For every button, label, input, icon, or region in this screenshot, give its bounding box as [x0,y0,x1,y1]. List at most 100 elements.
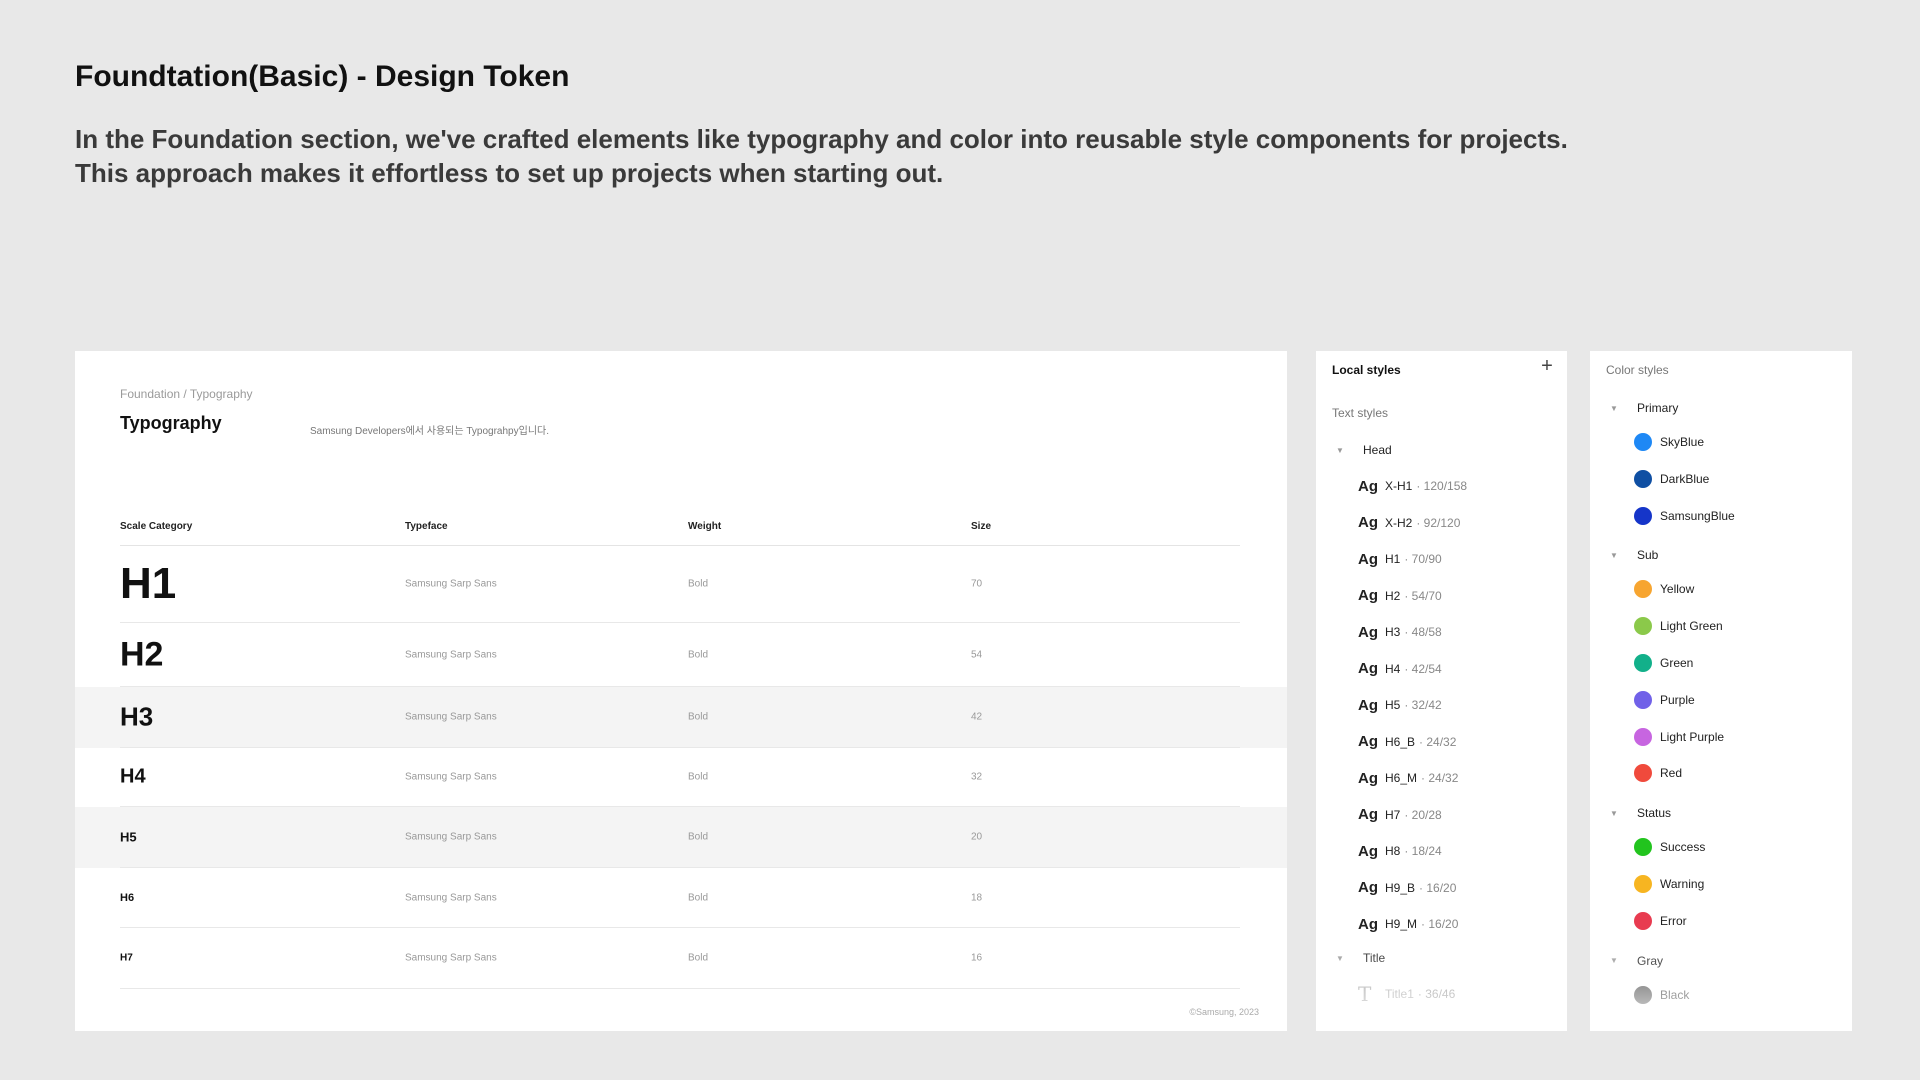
color-name: Purple [1660,692,1695,707]
color-swatch [1634,433,1652,451]
weight-cell: Bold [688,952,709,964]
color-style-item[interactable]: Warning [1634,873,1704,895]
weight-cell: Bold [688,771,709,783]
color-group[interactable]: ▼ Primary [1610,398,1678,418]
text-style-item[interactable]: Ag H9_B · 16/20 [1358,877,1456,899]
column-weight: Weight [688,521,722,532]
color-swatch [1634,764,1652,783]
size-cell: 70 [971,578,983,589]
color-style-item[interactable]: Light Green [1634,615,1723,637]
color-style-item[interactable]: Success [1634,836,1705,858]
scale-label: H7 [120,952,133,964]
text-style-meta: · 32/42 [1404,698,1442,712]
column-scale-category: Scale Category [120,521,193,532]
text-style-meta: · 92/120 [1416,515,1461,530]
text-style-icon: Ag [1358,477,1378,495]
color-name: Success [1660,840,1706,855]
color-swatch [1634,985,1652,1004]
scale-label: H6 [120,891,135,904]
color-style-item[interactable]: Yellow [1634,578,1694,600]
color-style-item[interactable]: DarkBlue [1634,468,1709,490]
text-style-item[interactable]: Ag H1 · 70/90 [1358,548,1442,570]
text-style-icon: Ag [1358,733,1378,750]
group-title[interactable]: ▼ Title [1336,948,1385,968]
color-group-label: Primary [1637,401,1679,415]
local-styles-title: Local styles [1332,363,1401,377]
caret-down-icon: ▼ [1610,550,1618,560]
text-style-item[interactable]: Ag H9_M · 16/20 [1358,913,1458,935]
color-style-item[interactable]: Light Purple [1634,726,1724,748]
color-swatch [1634,690,1652,709]
text-style-item[interactable]: Ag H6_M · 24/32 [1358,767,1458,789]
color-style-item[interactable]: Red [1634,762,1682,784]
text-style-item[interactable]: Ag H7 · 20/28 [1358,804,1442,826]
text-style-item[interactable]: Ag H2 · 54/70 [1358,585,1442,607]
color-group-label: Sub [1637,548,1659,563]
size-cell: 18 [971,892,983,903]
text-style-item[interactable]: Ag X-H2 · 92/120 [1358,512,1460,534]
text-style-icon: Ag [1358,514,1378,531]
plus-icon[interactable]: + [1539,356,1555,376]
text-style-item[interactable]: Ag H6_B · 24/32 [1358,731,1456,753]
color-name: Green [1660,656,1694,670]
weight-cell: Bold [688,649,709,660]
color-swatch [1634,911,1652,930]
text-style-name: H4 [1385,661,1401,676]
text-style-name: Title1 [1385,987,1414,1001]
scale-label: H5 [120,829,137,845]
text-t-icon: T [1358,982,1372,1006]
color-name: Light Green [1660,619,1723,634]
table-row-content: H5 Samsung Sarp Sans Bold 20 [120,807,1240,868]
text-style-name: H6_M [1385,771,1418,785]
text-style-item[interactable]: Ag H4 · 42/54 [1358,658,1442,680]
color-style-item[interactable]: Green [1634,652,1693,674]
table-row-content: H7 Samsung Sarp Sans Bold 16 [120,928,1240,989]
group-label: Head [1363,443,1392,457]
scale-label: H2 [120,635,164,673]
text-style-item[interactable]: Ag H5 · 32/42 [1358,694,1442,716]
text-style-meta: · 70/90 [1404,552,1442,566]
color-style-item[interactable]: SkyBlue [1634,431,1704,453]
breadcrumb[interactable]: Foundation / Typography [120,387,253,401]
text-style-icon: Ag [1358,879,1378,896]
group-label: Title [1363,951,1386,965]
table-row-content: H6 Samsung Sarp Sans Bold 18 [120,868,1240,928]
copyright-note: ©Samsung, 2023 [1189,1007,1259,1017]
scale-label: H3 [120,701,154,732]
color-style-item[interactable]: Black [1634,984,1689,1006]
color-style-item[interactable]: Error [1634,910,1687,932]
weight-cell: Bold [688,892,709,903]
text-style-name: H9_B [1385,880,1416,895]
color-style-item[interactable]: Purple [1634,689,1695,711]
text-style-meta: · 20/28 [1404,807,1442,822]
caret-down-icon: ▼ [1610,403,1618,413]
color-group[interactable]: ▼ Status [1610,803,1671,823]
color-swatch [1634,875,1652,893]
text-style-meta: · 54/70 [1404,588,1442,603]
text-style-item[interactable]: Ag H8 · 18/24 [1358,840,1442,862]
color-group-label: Gray [1637,953,1664,968]
text-style-name: H8 [1385,844,1401,858]
color-style-item[interactable]: SamsungBlue [1634,505,1735,527]
typeface-cell: Samsung Sarp Sans [405,711,497,723]
typeface-cell: Samsung Sarp Sans [405,649,497,660]
local-styles-panel: Local styles + Text styles ▼ Head Ag X-H1… [1316,351,1567,1031]
text-style-meta: · 16/20 [1421,917,1459,931]
table-header: Scale Category Typeface Weight Size [120,521,1240,546]
color-group[interactable]: ▼ Sub [1610,545,1658,565]
group-head[interactable]: ▼ Head [1336,440,1392,460]
text-style-item[interactable]: Ag X-H1 · 120/158 [1358,475,1467,497]
color-name: DarkBlue [1660,471,1710,486]
color-group-label: Status [1637,806,1672,821]
text-style-name: H9_M [1385,917,1418,931]
title-style-item[interactable]: T Title1 · 36/46 [1358,982,1455,1006]
color-group[interactable]: ▼ Gray [1610,951,1663,971]
color-swatch [1634,506,1652,525]
table-row-content: H2 Samsung Sarp Sans Bold 54 [120,623,1240,687]
column-typeface: Typeface [405,521,448,532]
text-style-item[interactable]: Ag H3 · 48/58 [1358,621,1442,643]
text-style-name: H2 [1385,588,1401,603]
typography-subtitle: Samsung Developers에서 사용되는 Typograhpy입니다. [310,426,549,437]
table-row-content: H3 Samsung Sarp Sans Bold 42 [120,687,1240,748]
table-row: H3 Samsung Sarp Sans Bold 42 [75,687,1287,748]
